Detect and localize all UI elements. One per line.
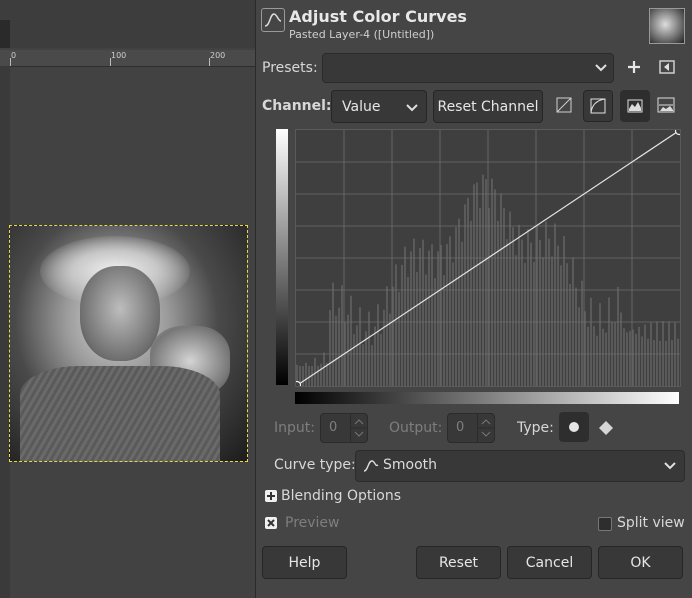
type-label: Type: <box>517 420 554 436</box>
ruler-tick-100: 100 <box>111 51 127 60</box>
output-gradient-bar <box>276 129 288 385</box>
output-label: Output: <box>389 420 443 436</box>
input-spinner[interactable]: 0 <box>320 413 368 443</box>
chevron-down-icon <box>664 462 676 470</box>
output-spinner[interactable]: 0 <box>447 413 495 443</box>
curve-type-label: Curve type: <box>274 457 356 473</box>
plus-icon[interactable] <box>625 58 643 76</box>
canvas-edge <box>0 20 10 48</box>
chevron-down-icon <box>406 104 418 112</box>
ok-button[interactable]: OK <box>598 546 683 579</box>
histogram-mode-button-b[interactable] <box>657 97 675 113</box>
smooth-curve-icon <box>363 460 379 472</box>
circle-point-icon[interactable] <box>559 412 589 442</box>
input-value: 0 <box>329 420 338 435</box>
curve-graph[interactable] <box>295 129 681 387</box>
input-stepper[interactable] <box>350 414 367 442</box>
arrow-left-icon[interactable] <box>659 60 675 74</box>
ruler-tick-200: 200 <box>210 51 226 60</box>
curve-type-combo[interactable]: Smooth <box>355 450 685 482</box>
split-view-label: Split view <box>617 515 685 531</box>
diamond-point-icon[interactable] <box>598 420 614 436</box>
linear-histogram-icon[interactable] <box>556 97 572 113</box>
dialog-title: Adjust Color Curves <box>289 7 467 26</box>
input-label: Input: <box>274 420 315 436</box>
ruler-tick-0: 0 <box>11 51 17 60</box>
curves-icon <box>261 8 285 32</box>
reset-channel-button[interactable]: Reset Channel <box>433 90 543 123</box>
split-view-checkbox[interactable] <box>598 517 612 531</box>
histogram-mode-button-a[interactable] <box>620 90 650 122</box>
curve-point-end[interactable] <box>674 130 681 136</box>
channel-value: Value <box>342 98 381 115</box>
dialog-subtitle: Pasted Layer-4 ([Untitled]) <box>289 28 435 41</box>
channel-label: Channel: <box>262 98 332 114</box>
curve-point-start[interactable] <box>296 380 302 387</box>
curve-type-value: Smooth <box>383 457 438 473</box>
presets-label: Presets: <box>262 60 318 76</box>
preview-checkbox[interactable] <box>265 517 277 529</box>
reset-button[interactable]: Reset <box>416 546 501 579</box>
chevron-down-icon <box>595 64 607 72</box>
input-gradient-bar <box>295 392 679 404</box>
canvas-top-area <box>0 0 258 48</box>
expand-plus-icon[interactable] <box>265 490 277 502</box>
presets-combo[interactable] <box>322 53 614 83</box>
log-histogram-icon[interactable] <box>583 90 613 122</box>
layer-image[interactable] <box>9 225 248 462</box>
help-button[interactable]: Help <box>262 546 347 579</box>
blending-options-expander[interactable]: Blending Options <box>281 488 401 504</box>
output-stepper[interactable] <box>477 414 494 442</box>
channel-combo[interactable]: Value <box>331 90 427 123</box>
cancel-button[interactable]: Cancel <box>507 546 592 579</box>
layer-thumbnail <box>649 8 685 44</box>
horizontal-ruler[interactable]: 0 100 200 <box>0 50 258 67</box>
preview-label: Preview <box>285 515 340 531</box>
output-value: 0 <box>456 420 465 435</box>
